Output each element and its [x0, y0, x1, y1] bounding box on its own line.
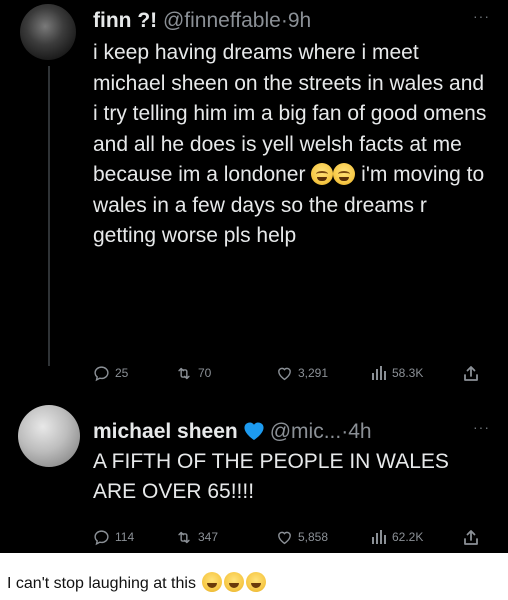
more-options-icon[interactable]: ···: [473, 8, 490, 24]
rofl-face-icon: [202, 572, 223, 592]
reply-icon: [94, 365, 109, 381]
avatar[interactable]: [20, 4, 76, 60]
bar-chart-icon: [372, 366, 386, 380]
views-button[interactable]: 58.3K: [371, 363, 423, 383]
bar-chart-icon: [372, 530, 386, 544]
tweet-header: finn ?! @finneffable·9h: [93, 8, 311, 34]
retweet-icon: [178, 367, 190, 379]
tweet-text: i keep having dreams where i meet michae…: [93, 38, 493, 252]
like-button[interactable]: 3,291: [276, 363, 328, 383]
display-name[interactable]: michael sheen: [93, 420, 238, 443]
joy-face-icon: [224, 572, 245, 592]
timestamp[interactable]: 4h: [348, 420, 371, 443]
crying-laughing-face-icon: [311, 163, 334, 185]
view-count: 58.3K: [392, 366, 424, 380]
crying-laughing-face-icon: [333, 163, 356, 185]
reply-button[interactable]: 25: [93, 363, 128, 383]
thread-line: [48, 66, 50, 366]
avatar[interactable]: [18, 405, 80, 467]
separator: ·: [280, 9, 288, 32]
retweet-icon: [178, 531, 190, 543]
action-bar: 25 70 3,291 58.3K: [93, 363, 493, 383]
view-count: 62.2K: [392, 530, 424, 544]
reply-count: 114: [115, 530, 135, 544]
tweet-text: A FIFTH OF THE PEOPLE IN WALES ARE OVER …: [93, 450, 449, 503]
share-icon: [464, 365, 478, 381]
like-button[interactable]: 5,858: [276, 527, 328, 547]
heart-icon: [278, 367, 291, 381]
caption-text: I can't stop laughing at this: [7, 575, 196, 592]
tweet-header: michael sheen @mic...·4h: [93, 419, 372, 448]
reply-count: 25: [115, 366, 129, 380]
share-button[interactable]: [463, 363, 479, 383]
heart-icon: [278, 531, 291, 545]
handle[interactable]: @mic...: [270, 420, 341, 443]
retweet-button[interactable]: 70: [175, 363, 211, 383]
display-name[interactable]: finn ?!: [93, 9, 157, 32]
share-icon: [464, 529, 478, 545]
reply-icon: [94, 529, 109, 545]
post-caption: I can't stop laughing at this: [7, 572, 267, 593]
blue-heart-icon: [242, 420, 266, 448]
action-bar: 114 347 5,858 62.2K: [93, 527, 493, 547]
timestamp[interactable]: 9h: [288, 9, 311, 32]
handle[interactable]: @finneffable: [163, 9, 281, 32]
tweet-michael-sheen[interactable]: michael sheen @mic...·4h ··· A FIFTH OF T…: [0, 386, 508, 553]
more-options-icon[interactable]: ···: [473, 419, 490, 435]
like-count: 3,291: [298, 366, 329, 380]
tweet-finn[interactable]: finn ?! @finneffable·9h ··· i keep havin…: [0, 0, 508, 386]
retweet-count: 70: [198, 366, 212, 380]
like-count: 5,858: [298, 530, 329, 544]
reply-button[interactable]: 114: [93, 527, 134, 547]
retweet-button[interactable]: 347: [175, 527, 218, 547]
views-button[interactable]: 62.2K: [371, 527, 423, 547]
post-screenshot: finn ?! @finneffable·9h ··· i keep havin…: [0, 0, 508, 553]
share-button[interactable]: [463, 527, 479, 547]
retweet-count: 347: [198, 530, 219, 544]
rofl-face-icon: [246, 572, 267, 592]
